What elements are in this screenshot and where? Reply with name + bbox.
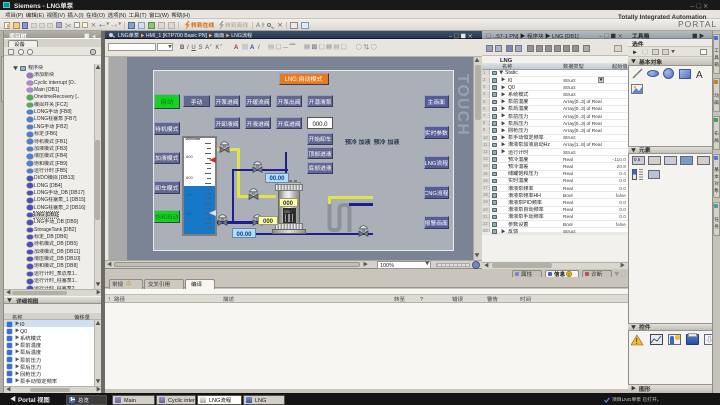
svg-text:!: ! (636, 336, 638, 346)
